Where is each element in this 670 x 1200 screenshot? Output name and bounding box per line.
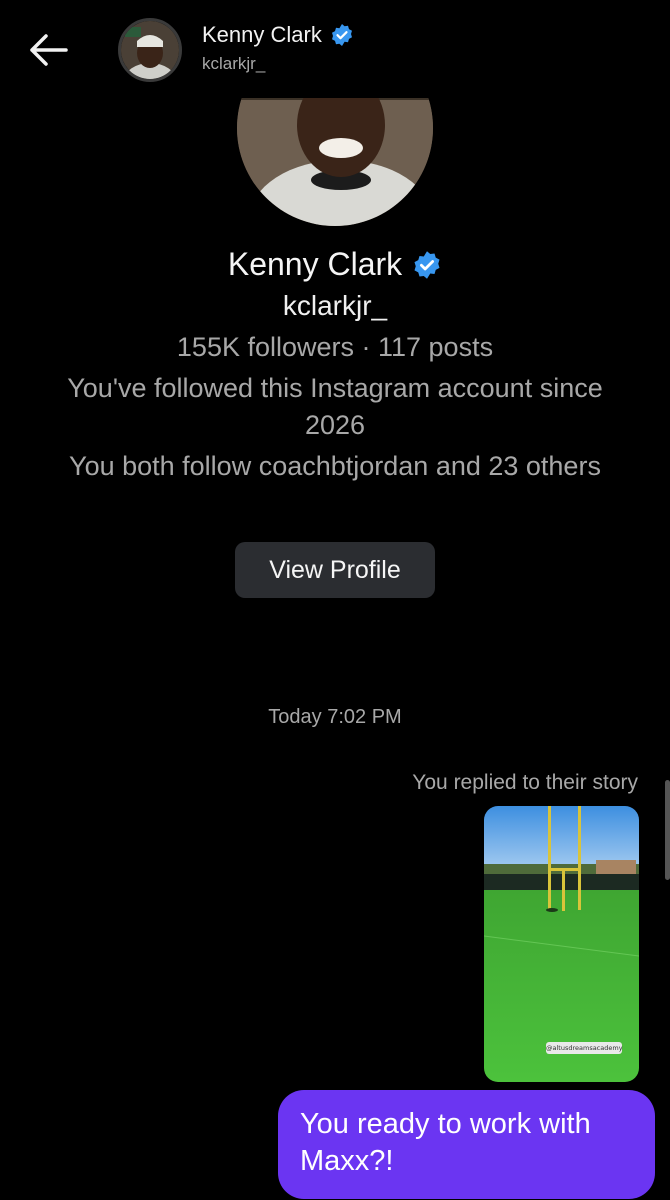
mutual-followers-text: You both follow coachbtjordan and 23 oth… bbox=[69, 451, 601, 481]
profile-name-text: Kenny Clark bbox=[227, 246, 403, 282]
header-avatar[interactable] bbox=[118, 18, 182, 82]
verified-badge-icon bbox=[414, 250, 440, 279]
sent-message-bubble[interactable]: You ready to work with Maxx?! bbox=[278, 1090, 655, 1199]
message-timestamp: Today 7:02 PM bbox=[268, 706, 402, 728]
top-bar: Kenny Clark kclarkjr_ bbox=[0, 0, 670, 98]
story-thumbnail[interactable]: @altusdreamsacademy bbox=[484, 806, 639, 1082]
follow-since-text: You've followed this Instagram account s… bbox=[67, 373, 603, 440]
header-name-text: Kenny Clark bbox=[202, 22, 322, 47]
view-profile-button[interactable]: View Profile bbox=[235, 542, 435, 598]
scrollbar[interactable] bbox=[665, 780, 670, 880]
back-button[interactable] bbox=[24, 28, 72, 72]
profile-name: Kenny Clark bbox=[0, 246, 670, 283]
story-reply-note: You replied to their story bbox=[412, 771, 638, 794]
header-handle: kclarkjr_ bbox=[202, 54, 266, 73]
story-tag-label: @altusdreamsacademy bbox=[546, 1042, 623, 1054]
header-name[interactable]: Kenny Clark bbox=[202, 22, 354, 48]
verified-badge-icon bbox=[331, 24, 352, 46]
profile-stats: 155K followers · 117 posts bbox=[176, 332, 494, 362]
profile-handle: kclarkjr_ bbox=[282, 290, 388, 321]
arrow-left-icon bbox=[30, 34, 68, 66]
